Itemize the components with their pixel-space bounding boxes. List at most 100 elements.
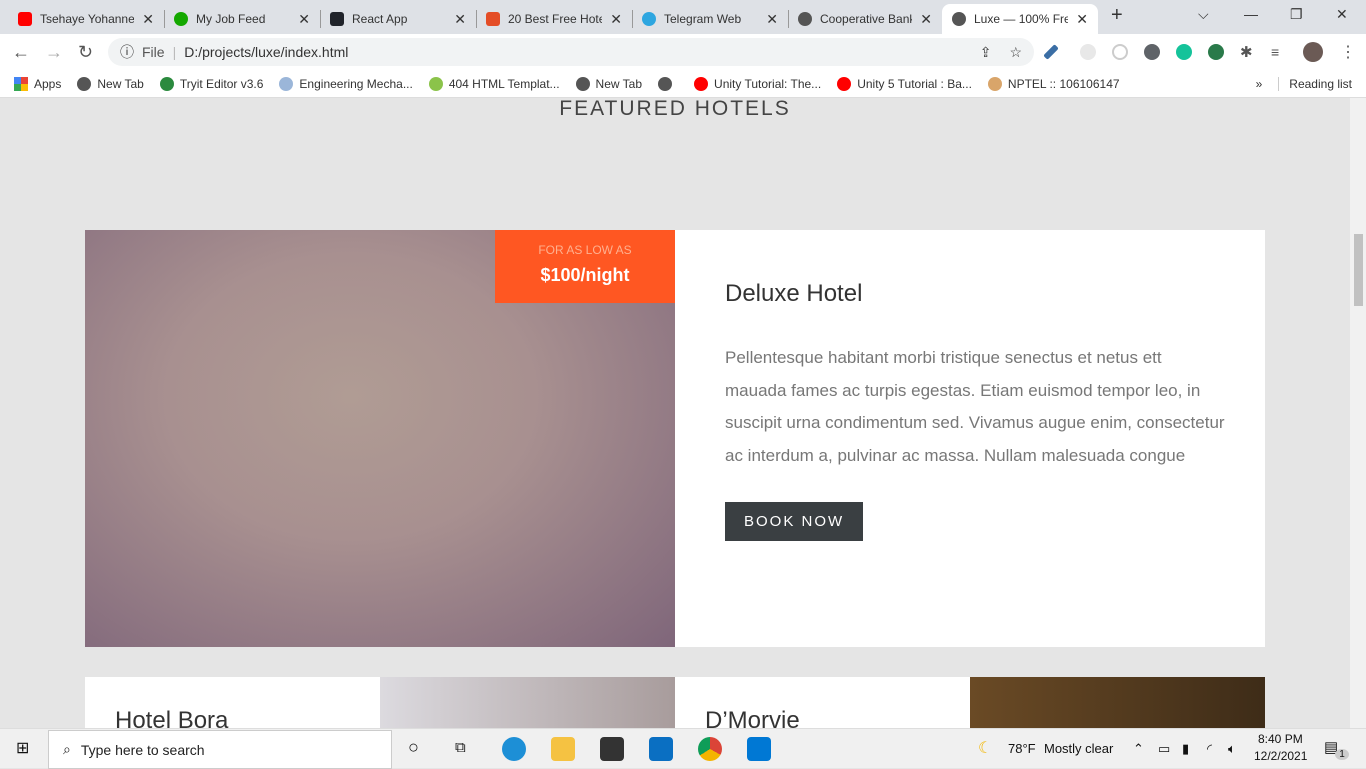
close-window-button[interactable]: ✕ bbox=[1336, 6, 1348, 23]
meet-now-icon[interactable]: ▭ bbox=[1158, 741, 1170, 757]
tab[interactable]: My Job Feed ✕ bbox=[164, 4, 320, 34]
hotel-description: Pellentesque habitant morbi tristique se… bbox=[725, 348, 1225, 465]
tab[interactable]: Luxe — 100% Free ✕ bbox=[942, 4, 1098, 34]
bookmark-item[interactable]: NPTEL :: 106106147 bbox=[987, 76, 1120, 91]
bookmark-item[interactable]: Unity 5 Tutorial : Ba... bbox=[837, 76, 972, 91]
file-explorer-icon[interactable] bbox=[551, 737, 575, 761]
url-text[interactable]: D:/projects/luxe/index.html bbox=[184, 44, 348, 60]
tab[interactable]: Cooperative Bank ✕ bbox=[788, 4, 942, 34]
mail-icon[interactable] bbox=[649, 737, 673, 761]
minimize-button[interactable]: — bbox=[1244, 6, 1258, 22]
react-devtools-icon[interactable] bbox=[1080, 44, 1096, 60]
windows-start-icon[interactable]: ⊞ bbox=[16, 738, 29, 758]
close-tab-icon[interactable]: ✕ bbox=[454, 11, 466, 28]
restore-button[interactable]: ❐ bbox=[1290, 6, 1303, 23]
book-now-button[interactable]: BOOK NOW bbox=[725, 502, 864, 541]
cortana-icon[interactable]: ○ bbox=[408, 737, 419, 758]
tab-search-icon[interactable]: ⌵ bbox=[1198, 6, 1209, 23]
price-value: $100/night bbox=[540, 265, 630, 285]
bookmark-icon bbox=[837, 76, 852, 91]
share-icon[interactable]: ⇪ bbox=[980, 44, 992, 61]
bookmark-item[interactable]: Tryit Editor v3.6 bbox=[159, 76, 264, 91]
notification-count: 1 bbox=[1335, 749, 1349, 760]
telegram-icon bbox=[642, 12, 656, 26]
extensions-puzzle-icon[interactable]: ✱ bbox=[1240, 43, 1253, 61]
hotel-name: D’Morvie bbox=[705, 707, 800, 728]
weather-temp[interactable]: 78°F bbox=[1008, 741, 1036, 756]
scrollbar-thumb[interactable] bbox=[1354, 234, 1363, 306]
bookmark-label: 404 HTML Templat... bbox=[448, 76, 560, 91]
close-tab-icon[interactable]: ✕ bbox=[1076, 11, 1088, 28]
forward-icon[interactable]: → bbox=[45, 42, 63, 63]
close-tab-icon[interactable]: ✕ bbox=[766, 11, 778, 28]
search-icon: ⌕ bbox=[63, 741, 71, 757]
volume-icon[interactable]: 🔈︎ bbox=[1228, 741, 1236, 757]
close-tab-icon[interactable]: ✕ bbox=[298, 11, 310, 28]
address-bar[interactable]: ⓘ File | D:/projects/luxe/index.html ⇪ ☆ bbox=[108, 38, 1034, 66]
bookmark-label: Unity Tutorial: The... bbox=[714, 76, 822, 91]
bookmark-label: Apps bbox=[34, 76, 62, 91]
featured-hotel-card: FOR AS LOW AS $100/night Deluxe Hotel Pe… bbox=[85, 230, 1265, 647]
vscode-icon[interactable] bbox=[747, 737, 771, 761]
wifi-icon[interactable]: ◜ bbox=[1207, 741, 1212, 757]
grammarly-icon[interactable] bbox=[1176, 44, 1192, 60]
bookmark-item[interactable]: Apps bbox=[14, 76, 62, 91]
tab-title: My Job Feed bbox=[196, 12, 266, 26]
hotel-image bbox=[380, 677, 675, 728]
chrome-icon[interactable] bbox=[698, 737, 722, 761]
taskbar-search[interactable]: ⌕ Type here to search bbox=[48, 730, 392, 769]
reload-icon[interactable]: ↻ bbox=[78, 42, 93, 63]
extension-icon[interactable] bbox=[1112, 44, 1128, 60]
close-tab-icon[interactable]: ✕ bbox=[610, 11, 622, 28]
back-icon[interactable]: ← bbox=[12, 42, 30, 63]
weather-moon-icon: ☾ bbox=[978, 740, 993, 757]
bookmark-icon bbox=[575, 76, 590, 91]
hotel-card: D’Morvie bbox=[675, 677, 970, 728]
upwork-icon bbox=[174, 12, 188, 26]
new-tab-button[interactable]: + bbox=[1111, 4, 1123, 27]
weather-desc[interactable]: Mostly clear bbox=[1044, 741, 1113, 756]
show-hidden-icons[interactable]: ⌃ bbox=[1133, 741, 1144, 757]
bookmark-label: New Tab bbox=[97, 76, 144, 91]
bookmark-item[interactable]: New Tab bbox=[575, 76, 642, 91]
hotel-name: Deluxe Hotel bbox=[725, 280, 863, 307]
tab[interactable]: Tsehaye Yohannes ✕ bbox=[8, 4, 164, 34]
extension-icon[interactable] bbox=[1144, 44, 1160, 60]
edge-icon[interactable] bbox=[502, 737, 526, 761]
bookmark-icon bbox=[987, 76, 1002, 91]
language-icon[interactable] bbox=[1208, 44, 1224, 60]
media-control-icon[interactable]: ≡ bbox=[1271, 44, 1279, 60]
bookmark-item[interactable]: Unity Tutorial: The... bbox=[694, 76, 822, 91]
task-view-icon[interactable]: ⧉ bbox=[455, 739, 466, 756]
tab[interactable]: React App ✕ bbox=[320, 4, 476, 34]
eyedropper-icon[interactable] bbox=[1043, 44, 1059, 60]
scrollbar[interactable] bbox=[1350, 98, 1366, 728]
close-tab-icon[interactable]: ✕ bbox=[142, 11, 154, 28]
bookmark-item[interactable] bbox=[658, 76, 678, 91]
more-bookmarks-button[interactable]: » bbox=[1256, 77, 1263, 91]
bookmark-icon bbox=[694, 76, 709, 91]
price-label: FOR AS LOW AS bbox=[538, 243, 632, 257]
menu-icon[interactable]: ⋮ bbox=[1340, 42, 1356, 62]
store-icon[interactable] bbox=[600, 737, 624, 761]
web-page: FEATURED HOTELS FOR AS LOW AS $100/night… bbox=[0, 98, 1350, 728]
taskbar: ⊞ ⌕ Type here to search ○ ⧉ ☾ 78°F Mostl… bbox=[0, 728, 1366, 769]
close-tab-icon[interactable]: ✕ bbox=[920, 11, 932, 28]
clock-time[interactable]: 8:40 PM bbox=[1258, 732, 1303, 746]
reading-list-button[interactable]: Reading list bbox=[1278, 76, 1352, 91]
tab[interactable]: 20 Best Free Hotel ✕ bbox=[476, 4, 632, 34]
bookmark-star-icon[interactable]: ☆ bbox=[1009, 44, 1022, 61]
bookmark-label: Engineering Mecha... bbox=[299, 76, 413, 91]
bookmark-icon bbox=[279, 76, 294, 91]
avatar[interactable] bbox=[1303, 42, 1323, 62]
hotel-card: Hotel Bora bbox=[85, 677, 380, 728]
bookmark-item[interactable]: Engineering Mecha... bbox=[279, 76, 413, 91]
bookmark-item[interactable]: New Tab bbox=[77, 76, 144, 91]
bookmark-icon bbox=[77, 76, 92, 91]
clock-date[interactable]: 12/2/2021 bbox=[1254, 749, 1307, 763]
tab[interactable]: Telegram Web ✕ bbox=[632, 4, 788, 34]
bookmark-label: Tryit Editor v3.6 bbox=[179, 76, 264, 91]
battery-icon[interactable]: ▮ bbox=[1182, 741, 1189, 757]
bookmark-item[interactable]: 404 HTML Templat... bbox=[428, 76, 560, 91]
bookmark-icon bbox=[428, 76, 443, 91]
